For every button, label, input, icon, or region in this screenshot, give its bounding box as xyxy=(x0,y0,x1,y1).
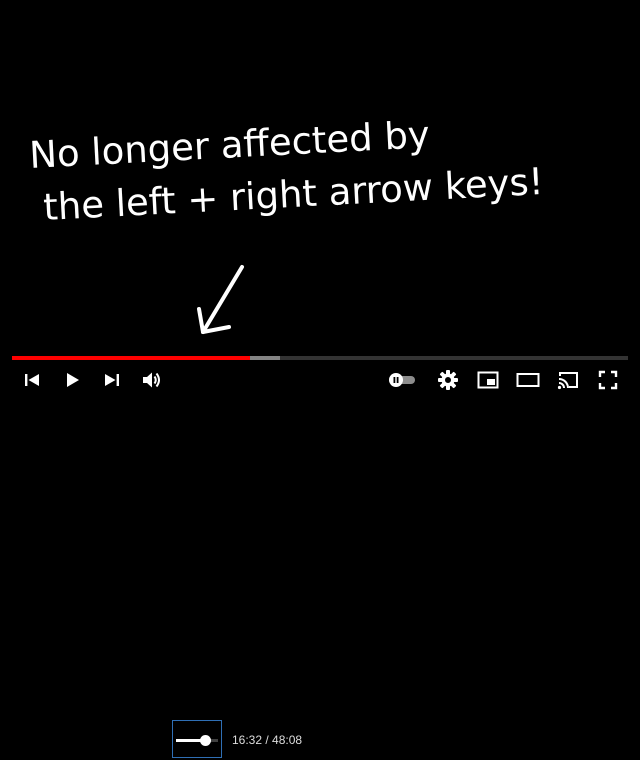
previous-button[interactable] xyxy=(16,360,48,400)
autoplay-toggle-icon xyxy=(389,373,415,387)
time-separator: / xyxy=(262,733,273,747)
fullscreen-button[interactable] xyxy=(592,360,624,400)
player-controls: 16:32 / 48:08 xyxy=(0,360,640,758)
fullscreen-icon xyxy=(598,370,618,390)
settings-button[interactable] xyxy=(432,360,464,400)
duration: 48:08 xyxy=(272,733,303,747)
miniplayer-button[interactable] xyxy=(472,360,504,400)
cast-button[interactable] xyxy=(552,360,584,400)
skip-previous-icon xyxy=(25,374,39,386)
mute-button[interactable] xyxy=(136,360,168,400)
current-time: 16:32 xyxy=(232,733,263,747)
volume-track[interactable] xyxy=(176,735,218,746)
gear-icon xyxy=(438,370,458,390)
volume-slider[interactable] xyxy=(172,720,222,758)
time-display: 16:32 / 48:08 xyxy=(232,720,302,760)
volume-thumb[interactable] xyxy=(199,735,211,746)
autoplay-toggle[interactable] xyxy=(384,360,420,400)
volume-icon xyxy=(143,372,160,388)
video-surface[interactable] xyxy=(0,0,640,400)
next-button[interactable] xyxy=(96,360,128,400)
miniplayer-icon xyxy=(477,371,499,389)
play-button[interactable] xyxy=(56,360,88,400)
theater-mode-button[interactable] xyxy=(512,360,544,400)
cast-icon xyxy=(557,372,578,390)
skip-next-icon xyxy=(105,374,119,386)
play-icon xyxy=(67,373,79,387)
theater-mode-icon xyxy=(516,373,540,387)
